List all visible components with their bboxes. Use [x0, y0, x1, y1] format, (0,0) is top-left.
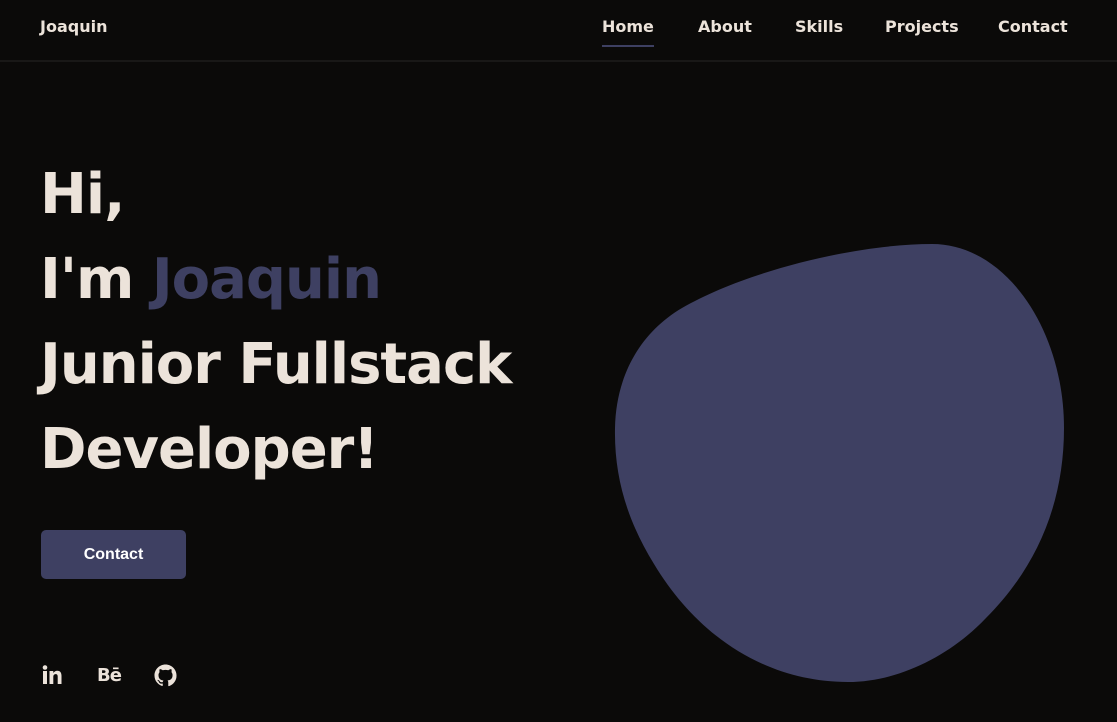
hero-blob-shape	[614, 244, 1064, 682]
hero-role-line2: Developer!	[40, 417, 379, 482]
nav-about[interactable]: About	[698, 17, 752, 36]
linkedin-link[interactable]	[41, 662, 63, 688]
hero-title: Hi, I'm Joaquin Junior Fullstack Develop…	[40, 152, 512, 492]
github-link[interactable]	[153, 662, 177, 688]
nav-home[interactable]: Home	[602, 17, 654, 47]
contact-button[interactable]: Contact	[41, 530, 186, 579]
blob-path	[614, 244, 1064, 682]
nav-skills[interactable]: Skills	[795, 17, 843, 36]
site-header: Joaquin Home About Skills Projects Conta…	[0, 0, 1117, 62]
github-icon	[153, 663, 177, 686]
hero-greeting: Hi,	[40, 162, 125, 227]
nav-contact[interactable]: Contact	[998, 17, 1068, 36]
hero-intro: I'm Joaquin	[40, 237, 511, 322]
main-nav: Home About Skills Projects Contact	[0, 17, 1117, 57]
hero-intro-prefix: I'm	[40, 247, 152, 312]
behance-icon: Bē	[97, 664, 122, 686]
hero-role-line1: Junior Fullstack	[40, 332, 512, 397]
behance-link[interactable]: Bē	[96, 662, 122, 688]
nav-projects[interactable]: Projects	[885, 17, 959, 36]
social-links: Bē	[0, 662, 240, 688]
linkedin-icon	[42, 665, 62, 684]
hero-name: Joaquin	[151, 247, 382, 312]
